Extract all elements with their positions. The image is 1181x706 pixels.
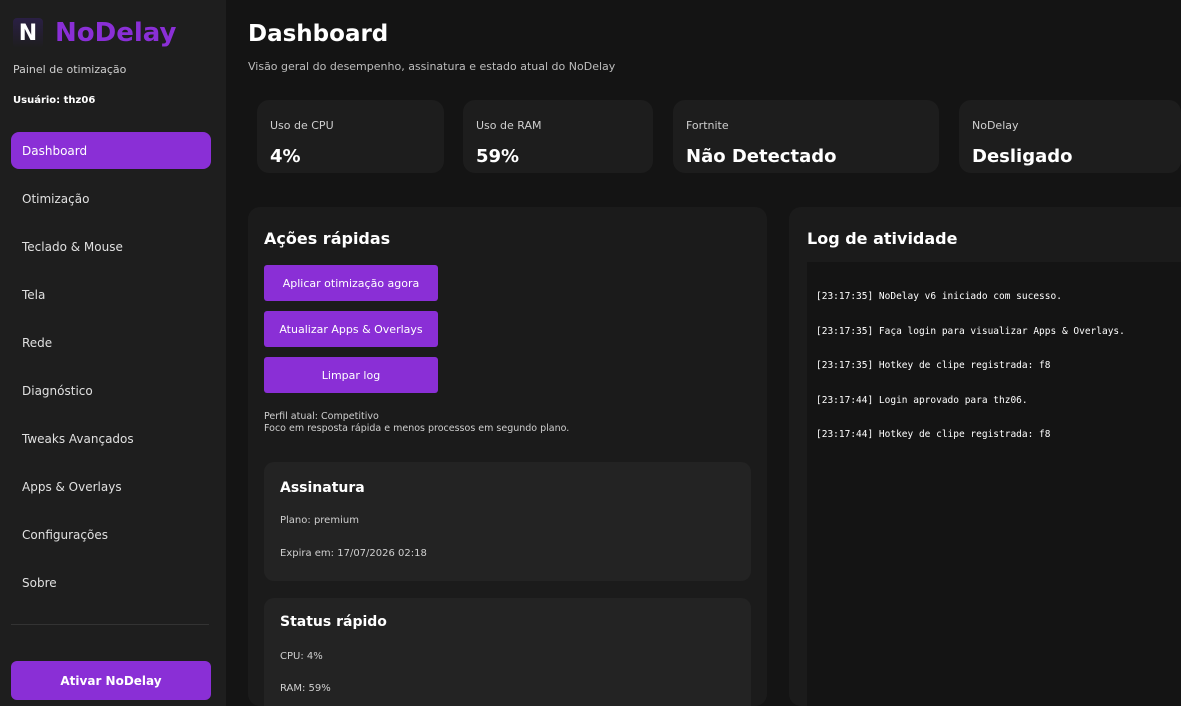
- stat-value: Desligado: [972, 146, 1073, 167]
- brand: N NoDelay: [13, 18, 176, 48]
- page-title: Dashboard: [248, 21, 389, 47]
- quick-status-cpu: CPU: 4%: [280, 651, 323, 662]
- sidebar: N NoDelay Painel de otimização Usuário: …: [0, 0, 226, 706]
- subscription-card: Assinatura Plano: premium Expira em: 17/…: [264, 462, 751, 581]
- sidebar-item-teclado-mouse[interactable]: Teclado & Mouse: [11, 228, 211, 265]
- sidebar-item-sobre[interactable]: Sobre: [11, 564, 211, 601]
- profile-current: Perfil atual: Competitivo: [264, 411, 379, 422]
- apply-optimization-button[interactable]: Aplicar otimização agora: [264, 265, 438, 301]
- quick-status-title: Status rápido: [280, 614, 387, 630]
- sidebar-item-otimizacao[interactable]: Otimização: [11, 180, 211, 217]
- sidebar-nav: Dashboard Otimização Teclado & Mouse Tel…: [11, 132, 211, 612]
- main-content: Dashboard Visão geral do desempenho, ass…: [226, 0, 1181, 706]
- log-line: [23:17:35] Hotkey de clipe registrada: f…: [816, 360, 1051, 371]
- quick-status-card: Status rápido CPU: 4% RAM: 59%: [264, 598, 751, 706]
- stat-card-nodelay: NoDelay Desligado: [959, 100, 1181, 173]
- clear-log-button[interactable]: Limpar log: [264, 357, 438, 393]
- stat-value: Não Detectado: [686, 146, 837, 167]
- current-user: Usuário: thz06: [13, 95, 96, 106]
- app-window: N NoDelay Painel de otimização Usuário: …: [0, 0, 1181, 706]
- stat-label: Fortnite: [686, 119, 729, 132]
- quick-status-ram: RAM: 59%: [280, 683, 331, 694]
- log-line: [23:17:35] Faça login para visualizar Ap…: [816, 325, 1125, 337]
- activity-log-output[interactable]: [23:17:35] NoDelay v6 iniciado com suces…: [807, 262, 1181, 706]
- sidebar-item-tela[interactable]: Tela: [11, 276, 211, 313]
- stat-value: 4%: [270, 146, 301, 167]
- profile-info: Perfil atual: Competitivo Foco em respos…: [264, 411, 569, 435]
- sidebar-item-diagnostico[interactable]: Diagnóstico: [11, 372, 211, 409]
- subscription-expiry: Expira em: 17/07/2026 02:18: [280, 548, 427, 559]
- sidebar-item-configuracoes[interactable]: Configurações: [11, 516, 211, 553]
- log-line: [23:17:35] NoDelay v6 iniciado com suces…: [816, 291, 1062, 302]
- activate-nodelay-button[interactable]: Ativar NoDelay: [11, 661, 211, 700]
- stat-card-fortnite: Fortnite Não Detectado: [673, 100, 939, 173]
- sidebar-divider: [11, 624, 209, 625]
- subscription-plan: Plano: premium: [280, 515, 359, 526]
- stat-label: Uso de RAM: [476, 119, 542, 132]
- stat-label: Uso de CPU: [270, 119, 334, 132]
- stat-card-ram: Uso de RAM 59%: [463, 100, 653, 173]
- sidebar-item-apps-overlays[interactable]: Apps & Overlays: [11, 468, 211, 505]
- activity-log-title: Log de atividade: [807, 229, 958, 248]
- sidebar-item-dashboard[interactable]: Dashboard: [11, 132, 211, 169]
- sidebar-subtitle: Painel de otimização: [13, 63, 127, 76]
- quick-actions-title: Ações rápidas: [264, 229, 391, 248]
- page-subtitle: Visão geral do desempenho, assinatura e …: [248, 60, 616, 73]
- refresh-apps-overlays-button[interactable]: Atualizar Apps & Overlays: [264, 311, 438, 347]
- app-name: NoDelay: [55, 18, 177, 48]
- app-logo-icon: N: [13, 18, 43, 48]
- stat-value: 59%: [476, 146, 520, 167]
- log-line: [23:17:44] Hotkey de clipe registrada: f…: [816, 429, 1051, 440]
- stat-label: NoDelay: [972, 119, 1019, 132]
- subscription-title: Assinatura: [280, 480, 365, 496]
- stat-card-cpu: Uso de CPU 4%: [257, 100, 444, 173]
- sidebar-item-rede[interactable]: Rede: [11, 324, 211, 361]
- sidebar-item-tweaks-avancados[interactable]: Tweaks Avançados: [11, 420, 211, 457]
- log-line: [23:17:44] Login aprovado para thz06.: [816, 394, 1028, 406]
- profile-description: Foco em resposta rápida e menos processo…: [264, 423, 570, 434]
